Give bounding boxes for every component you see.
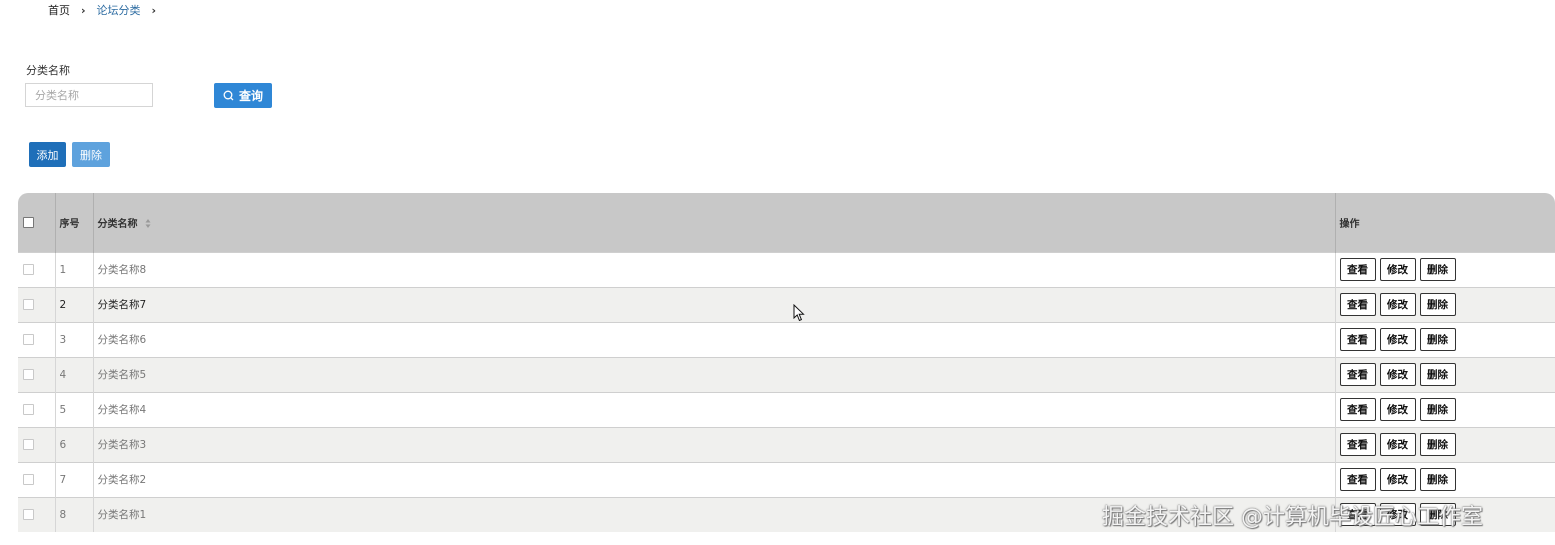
search-icon <box>223 90 234 101</box>
table-row: 5 分类名称4 查看 修改 删除 <box>18 392 1555 427</box>
row-actions: 查看 修改 删除 <box>1335 287 1555 322</box>
delete-button[interactable]: 删除 <box>1419 258 1456 281</box>
view-button[interactable]: 查看 <box>1339 433 1376 456</box>
breadcrumb: 首页 › 论坛分类 › <box>48 2 167 18</box>
edit-button[interactable]: 修改 <box>1379 328 1416 351</box>
select-all-cell <box>18 193 56 252</box>
row-name: 分类名称3 <box>93 427 1336 462</box>
row-checkbox[interactable] <box>23 474 34 485</box>
row-name: 分类名称5 <box>93 357 1336 392</box>
query-button[interactable]: 查询 <box>214 83 272 108</box>
row-name: 分类名称4 <box>93 392 1336 427</box>
row-seq: 2 <box>55 287 94 322</box>
table-header-row: 序号 分类名称 操作 <box>18 193 1555 252</box>
row-actions: 查看 修改 删除 <box>1335 427 1555 462</box>
row-checkbox[interactable] <box>23 334 34 345</box>
filter-label: 分类名称 <box>26 64 70 77</box>
row-actions: 查看 修改 删除 <box>1335 357 1555 392</box>
breadcrumb-separator-icon: › <box>81 3 86 17</box>
row-seq: 6 <box>55 427 94 462</box>
row-seq: 3 <box>55 322 94 357</box>
row-checkbox[interactable] <box>23 369 34 380</box>
row-seq: 5 <box>55 392 94 427</box>
sort-icon[interactable] <box>145 218 151 229</box>
view-button[interactable]: 查看 <box>1339 293 1376 316</box>
category-name-input[interactable] <box>25 83 153 107</box>
breadcrumb-separator-icon: › <box>151 3 157 17</box>
view-button[interactable]: 查看 <box>1339 398 1376 421</box>
row-name: 分类名称8 <box>93 252 1336 287</box>
row-checkbox[interactable] <box>23 299 34 310</box>
edit-button[interactable]: 修改 <box>1379 363 1416 386</box>
breadcrumb-home[interactable]: 首页 <box>48 2 70 18</box>
row-seq: 8 <box>55 497 94 532</box>
delete-button[interactable]: 删除 <box>1419 328 1456 351</box>
row-seq: 4 <box>55 357 94 392</box>
edit-button[interactable]: 修改 <box>1379 468 1416 491</box>
row-actions: 查看 修改 删除 <box>1335 462 1555 497</box>
view-button[interactable]: 查看 <box>1339 258 1376 281</box>
batch-delete-button[interactable]: 删除 <box>72 142 110 167</box>
row-name: 分类名称2 <box>93 462 1336 497</box>
row-actions: 查看 修改 删除 <box>1335 252 1555 287</box>
table-row: 2 分类名称7 查看 修改 删除 <box>18 287 1555 322</box>
row-actions: 查看 修改 删除 <box>1335 322 1555 357</box>
select-all-checkbox[interactable] <box>23 216 34 228</box>
watermark: 掘金技术社区 @计算机毕设匠心工作室 <box>1102 505 1483 530</box>
edit-button[interactable]: 修改 <box>1379 433 1416 456</box>
breadcrumb-current[interactable]: 论坛分类 <box>97 2 141 18</box>
edit-button[interactable]: 修改 <box>1379 293 1416 316</box>
row-seq: 1 <box>55 252 94 287</box>
view-button[interactable]: 查看 <box>1339 363 1376 386</box>
category-table: 序号 分类名称 操作 1 分类名称8 查看 修改 删除 2 分类名称7 查看 修… <box>18 193 1555 533</box>
table-row: 4 分类名称5 查看 修改 删除 <box>18 357 1555 392</box>
edit-button[interactable]: 修改 <box>1379 398 1416 421</box>
column-header-ops: 操作 <box>1339 218 1360 230</box>
row-checkbox[interactable] <box>23 509 34 521</box>
row-name: 分类名称6 <box>93 322 1336 357</box>
view-button[interactable]: 查看 <box>1339 328 1376 351</box>
delete-button[interactable]: 删除 <box>1419 468 1456 491</box>
delete-button[interactable]: 删除 <box>1419 398 1456 421</box>
row-checkbox[interactable] <box>23 264 34 275</box>
table-row: 3 分类名称6 查看 修改 删除 <box>18 322 1555 357</box>
add-button[interactable]: 添加 <box>29 142 66 167</box>
row-checkbox[interactable] <box>23 404 34 415</box>
view-button[interactable]: 查看 <box>1339 468 1376 491</box>
table-row: 6 分类名称3 查看 修改 删除 <box>18 427 1555 462</box>
column-header-name[interactable]: 分类名称 <box>93 193 1336 252</box>
query-button-label: 查询 <box>238 89 263 103</box>
delete-button[interactable]: 删除 <box>1419 293 1456 316</box>
mouse-cursor-icon <box>793 304 805 322</box>
edit-button[interactable]: 修改 <box>1379 258 1416 281</box>
row-actions: 查看 修改 删除 <box>1335 392 1555 427</box>
column-header-seq: 序号 <box>55 193 94 252</box>
column-header-name-label: 分类名称 <box>97 218 138 230</box>
row-seq: 7 <box>55 462 94 497</box>
delete-button[interactable]: 删除 <box>1419 433 1456 456</box>
delete-button[interactable]: 删除 <box>1419 363 1456 386</box>
row-name: 分类名称7 <box>93 287 1336 322</box>
row-checkbox[interactable] <box>23 439 34 450</box>
table-row: 7 分类名称2 查看 修改 删除 <box>18 462 1555 497</box>
table-row: 1 分类名称8 查看 修改 删除 <box>18 252 1555 287</box>
